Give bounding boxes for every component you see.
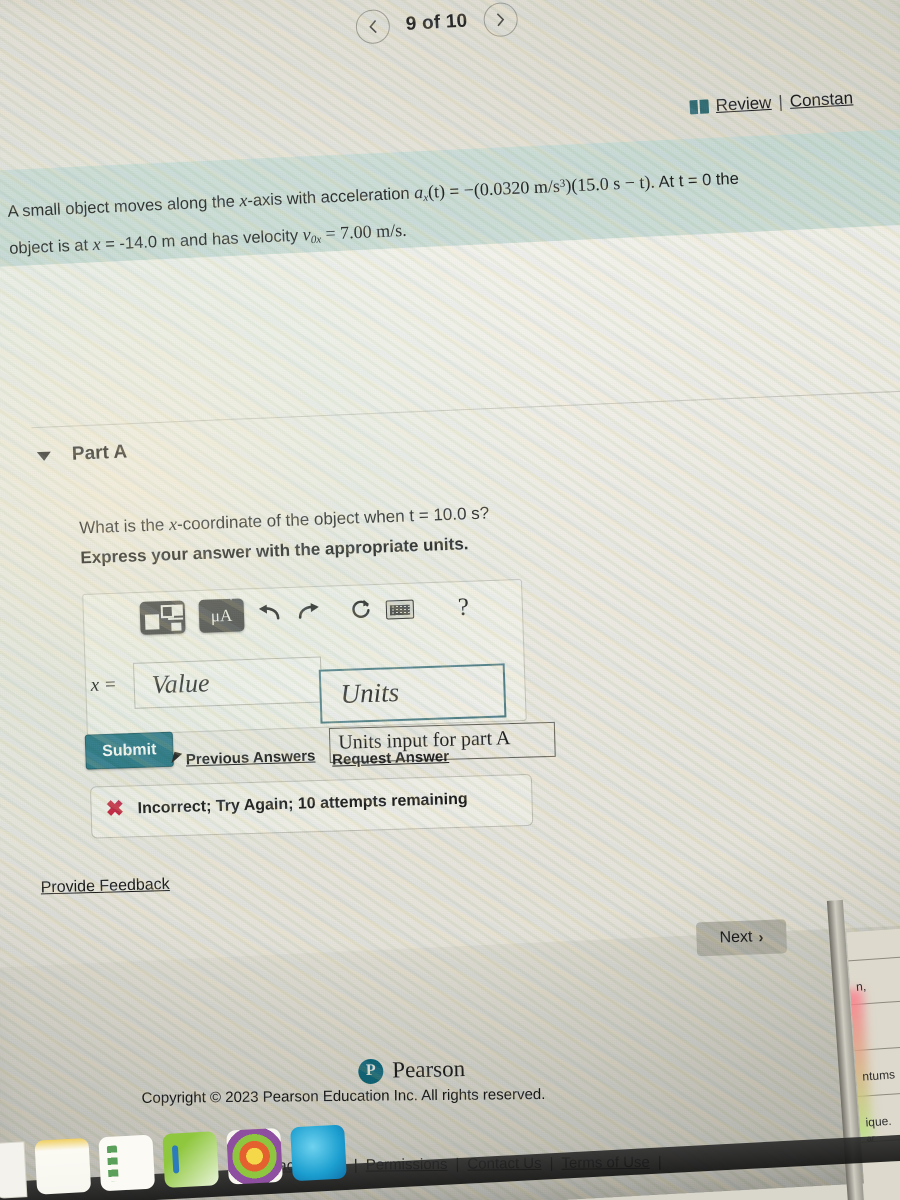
copyright-text: Copyright © 2023 Pearson Education Inc. … (142, 1086, 546, 1107)
units-input[interactable]: Units (318, 663, 507, 724)
notebook-text: ique. (865, 1113, 893, 1130)
value-input[interactable]: Value (132, 656, 323, 709)
notebook-text: ntums (861, 1067, 896, 1084)
next-button-label: Next (719, 928, 753, 947)
undo-glyph (258, 604, 280, 620)
browser-page: chevron-left-icon 9 of 10 Review | Const (0, 0, 900, 1200)
status-message: Incorrect; Try Again; 10 attempts remain… (137, 790, 468, 818)
chevron-right-icon: › (758, 928, 764, 946)
math-template-glyph (140, 600, 186, 635)
dock-icon-numbers[interactable] (162, 1131, 220, 1188)
review-link[interactable]: Review (715, 93, 772, 116)
provide-feedback-link[interactable]: Provide Feedback (41, 876, 170, 897)
accel-symbol: a (413, 182, 424, 203)
time-bracket-term: (15.0 s − t). (570, 171, 656, 196)
problem-line2-a: object is at (8, 236, 94, 258)
previous-page-button[interactable]: chevron-left-icon (354, 8, 391, 45)
problem-line1-a: A small object moves along the (7, 192, 240, 221)
units-button-label: μA ˚ (210, 596, 233, 626)
units-placeholder: Units (340, 676, 400, 709)
dock-icon-photos[interactable] (226, 1127, 283, 1185)
submit-button[interactable]: Submit (84, 731, 174, 770)
keyboard-icon[interactable] (385, 599, 415, 620)
pearson-logo-icon: P (358, 1058, 384, 1084)
accel-argument: (t) (427, 181, 446, 202)
reset-circular-arrow-icon[interactable] (350, 598, 373, 625)
dock-icon-reminders[interactable] (98, 1134, 156, 1192)
review-constants-bar[interactable]: Review | Constan (689, 88, 854, 117)
equals-sign: = (444, 182, 465, 202)
coefficient-term: (0.0320 m/s (473, 175, 561, 200)
question-prefix: What is the (78, 515, 170, 538)
chevron-left-glyph (368, 20, 377, 34)
problem-tail: At t = 0 the (654, 169, 740, 192)
pearson-brand-name: Pearson (392, 1056, 466, 1083)
answer-prefix-label: x = (90, 674, 118, 696)
reset-glyph (352, 599, 370, 618)
math-template-icon[interactable] (139, 600, 186, 635)
undo-arrow-icon[interactable] (258, 602, 283, 627)
part-a-title: Part A (71, 441, 128, 465)
micro-angstrom-icon[interactable]: μA ˚ (198, 596, 245, 633)
screen-photo: chevron-left-icon 9 of 10 Review | Const (0, 0, 900, 1200)
pagination-control[interactable]: chevron-left-icon 9 of 10 (354, 1, 519, 45)
dock-icon-app[interactable] (290, 1124, 347, 1182)
problem-line2-b: = -14.0 m and has velocity (100, 226, 304, 254)
value-placeholder: Value (151, 668, 210, 700)
velocity-subscript: 0x (310, 233, 322, 247)
constants-link[interactable]: Constan (789, 88, 853, 111)
question-mark-icon[interactable]: ? (457, 593, 469, 621)
dock-icon-partial[interactable] (0, 1141, 28, 1199)
caret-down-icon[interactable] (36, 451, 52, 461)
red-x-icon: ✖ (105, 795, 125, 822)
chevron-right-glyph (496, 13, 505, 27)
part-a-header[interactable]: Part A (36, 441, 128, 467)
redo-glyph (298, 602, 319, 619)
dock-icon-notes[interactable] (34, 1137, 92, 1195)
page-indicator-label: 9 of 10 (405, 10, 468, 35)
units-ring-accent: ˚ (229, 596, 233, 607)
problem-line1-b: -axis with acceleration (246, 184, 415, 210)
copyright-label: Copyright © 2023 Pearson Education Inc. … (141, 1085, 546, 1107)
header-separator: | (777, 92, 784, 112)
pearson-branding: P Pearson (358, 1056, 465, 1084)
redo-arrow-icon[interactable] (296, 600, 321, 625)
next-page-button[interactable] (482, 1, 519, 38)
next-button[interactable]: Next › (695, 919, 788, 957)
book-icon (689, 99, 710, 115)
problem-line2-c: = 7.00 m/s. (320, 219, 408, 244)
notebook-text: n, (855, 979, 867, 994)
units-label-text: μA (210, 605, 233, 626)
laptop-screen: chevron-left-icon 9 of 10 Review | Const (0, 0, 900, 1200)
request-answer-link[interactable]: Request Answer (332, 748, 449, 769)
